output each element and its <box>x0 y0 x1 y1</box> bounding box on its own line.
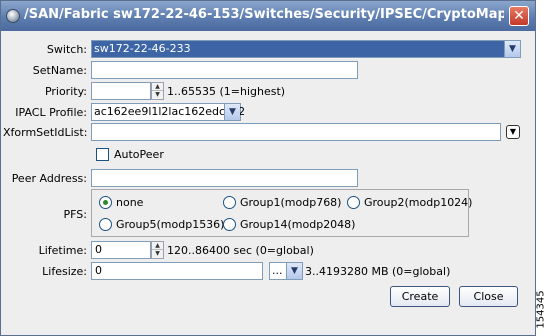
setname-input[interactable] <box>91 61 358 79</box>
autopeer-checkbox[interactable] <box>96 148 109 161</box>
pfs-radio-group5[interactable] <box>99 218 112 231</box>
image-id-label: 154345 <box>536 290 548 330</box>
lifesize-unit-select[interactable]: ... ▼ <box>269 262 303 280</box>
pfs-option-label: Group1(modp768) <box>240 196 342 209</box>
ipacl-profile-select[interactable]: ac162ee9l1l2lac162edcl8l2 ▼ <box>91 103 245 121</box>
priority-input[interactable] <box>91 82 151 100</box>
ipacl-profile-label: IPACL Profile: <box>15 106 87 119</box>
app-globe-icon <box>6 9 20 23</box>
lifetime-spinner[interactable]: ▲ ▼ <box>151 241 164 259</box>
chevron-down-icon[interactable]: ▼ <box>286 263 302 279</box>
lifesize-hint: 3..4193280 MB (0=global) <box>305 265 451 278</box>
lifetime-input[interactable]: 0 <box>91 241 151 259</box>
xformset-id-list-input[interactable] <box>91 123 501 141</box>
pfs-option-label: none <box>116 196 144 209</box>
lifetime-hint: 120..86400 sec (0=global) <box>167 244 314 257</box>
setname-label: SetName: <box>32 64 87 77</box>
lifesize-unit-value: ... <box>272 264 283 277</box>
spin-up-icon[interactable]: ▲ <box>152 242 163 250</box>
switch-select[interactable]: sw172-22-46-233 ▼ <box>91 40 521 58</box>
priority-label: Priority: <box>44 85 87 98</box>
pfs-option-label: Group2(modp1024) <box>364 196 473 209</box>
peer-address-label: Peer Address: <box>11 172 87 185</box>
switch-label: Switch: <box>46 43 87 56</box>
ipacl-profile-value: ac162ee9l1l2lac162edcl8l2 <box>94 105 246 118</box>
chevron-down-icon[interactable]: ▼ <box>224 104 240 120</box>
chevron-down-icon[interactable]: ▼ <box>504 41 520 57</box>
priority-hint: 1..65535 (1=highest) <box>167 85 286 98</box>
lifetime-label: Lifetime: <box>38 244 87 257</box>
peer-address-input[interactable] <box>91 169 358 187</box>
window-title: /SAN/Fabric sw172-22-46-153/Switches/Sec… <box>24 7 504 22</box>
pfs-radio-group14[interactable] <box>223 218 236 231</box>
autopeer-label: AutoPeer <box>114 148 164 161</box>
image-id-text: 154345 <box>535 290 547 329</box>
pfs-option-label: Group14(modp2048) <box>240 218 356 231</box>
create-button[interactable]: Create <box>390 286 450 307</box>
dropdown-menu-icon[interactable]: ▼ <box>506 125 520 139</box>
lifesize-label: Lifesize: <box>42 265 87 278</box>
pfs-label: PFS: <box>63 208 87 221</box>
priority-spinner[interactable]: ▲ ▼ <box>151 82 164 100</box>
pfs-radio-group1[interactable] <box>223 196 236 209</box>
close-window-button[interactable]: ✕ <box>509 6 529 26</box>
dialog-window: /SAN/Fabric sw172-22-46-153/Switches/Sec… <box>0 0 536 336</box>
lifesize-input[interactable]: 0 <box>91 262 263 280</box>
title-bar[interactable]: /SAN/Fabric sw172-22-46-153/Switches/Sec… <box>1 1 535 31</box>
switch-value: sw172-22-46-233 <box>94 42 191 55</box>
pfs-radio-group: none Group1(modp768) Group2(modp1024) Gr… <box>91 189 473 237</box>
xformset-id-list-label: XformSetIdList: <box>3 126 88 139</box>
pfs-option-label: Group5(modp1536) <box>116 218 225 231</box>
spin-up-icon[interactable]: ▲ <box>152 83 163 91</box>
close-button[interactable]: Close <box>459 286 518 307</box>
pfs-radio-group2[interactable] <box>347 196 360 209</box>
spin-down-icon[interactable]: ▼ <box>152 91 163 99</box>
pfs-radio-none[interactable] <box>99 196 112 209</box>
spin-down-icon[interactable]: ▼ <box>152 250 163 258</box>
